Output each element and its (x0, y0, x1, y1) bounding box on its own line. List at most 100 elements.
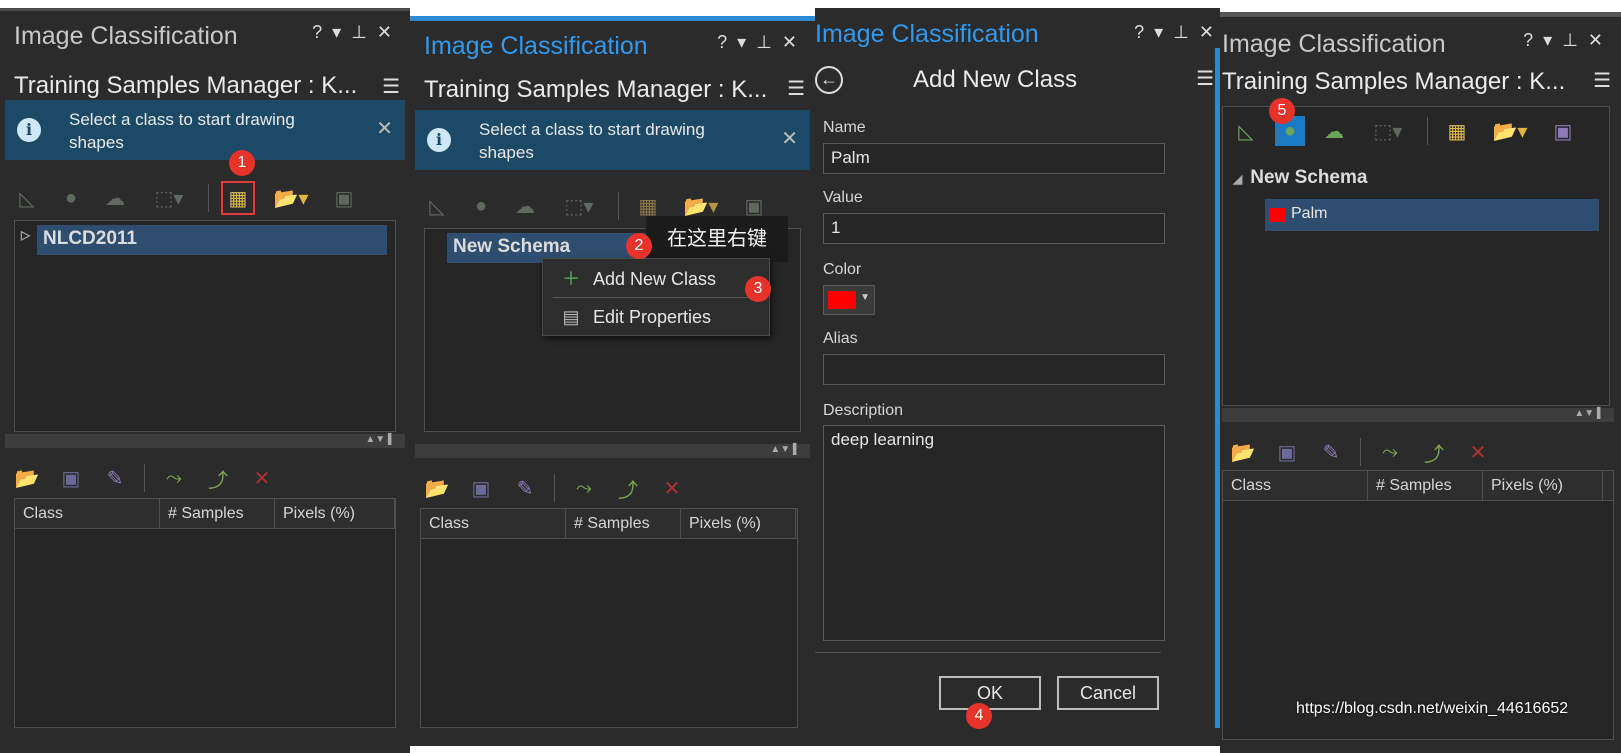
menu-icon[interactable]: ☰ (787, 76, 805, 101)
tree-item-label: NLCD2011 (43, 228, 137, 249)
merge-icon[interactable]: ⤳ (569, 473, 599, 503)
menu-icon[interactable]: ☰ (1593, 68, 1611, 93)
column-header-pixels[interactable]: Pixels (%) (681, 509, 796, 538)
page-title: Add New Class (913, 66, 1078, 93)
pin-icon[interactable]: ⊥ (1562, 30, 1588, 50)
rectangle-tool-icon[interactable]: ◺ (12, 183, 42, 213)
circle-tool-icon[interactable]: ● (56, 183, 86, 213)
pane-window-controls[interactable]: ?▾⊥✕ (312, 22, 402, 43)
pane-window-controls[interactable]: ?▾⊥✕ (1134, 22, 1220, 43)
step-badge-4: 4 (966, 703, 992, 729)
open-folder-icon[interactable]: 📂▾ (1486, 116, 1534, 146)
help-icon[interactable]: ? (1134, 22, 1154, 42)
menu-separator (553, 297, 763, 298)
menu-icon[interactable]: ☰ (1196, 66, 1214, 91)
save-icon[interactable]: ▣ (1548, 116, 1578, 146)
close-icon[interactable]: ✕ (377, 22, 402, 42)
save-icon[interactable]: ▣ (1272, 437, 1302, 467)
value-field[interactable]: 1 (823, 213, 1165, 244)
help-icon[interactable]: ? (1523, 30, 1543, 50)
pin-icon[interactable]: ⊥ (756, 32, 782, 52)
select-tool-icon[interactable]: ⬚▾ (144, 183, 194, 213)
dropdown-icon[interactable]: ▾ (332, 22, 351, 42)
close-icon[interactable]: ✕ (1199, 22, 1220, 42)
right-click-hint: 在这里右键 (646, 216, 788, 262)
column-header-samples[interactable]: # Samples (1368, 471, 1483, 500)
column-header-class[interactable]: Class (421, 509, 566, 538)
save-icon[interactable]: ▣ (329, 183, 359, 213)
delete-icon[interactable]: ✕ (1463, 437, 1493, 467)
rectangle-tool-icon[interactable]: ◺ (1231, 116, 1261, 146)
name-field[interactable]: Palm (823, 143, 1165, 174)
column-header-samples[interactable]: # Samples (566, 509, 681, 538)
dropdown-icon[interactable]: ▾ (1154, 22, 1173, 42)
save-icon[interactable]: ▣ (56, 463, 86, 493)
expand-icon[interactable]: ▷ (21, 228, 30, 242)
split-icon[interactable]: ⤴ (1419, 437, 1449, 467)
split-icon[interactable]: ⤴ (203, 463, 233, 493)
ok-button[interactable]: OK (939, 676, 1041, 710)
splitter[interactable]: ▲▼ ▌ (1222, 408, 1614, 422)
class-item-palm[interactable]: Palm (1265, 199, 1599, 231)
class-color-swatch (1269, 208, 1285, 222)
samples-toolbar: 📂 ▣ ✎ ⤳ ⤴ ✕ (422, 470, 687, 506)
pin-icon[interactable]: ⊥ (351, 22, 377, 42)
tree-item-nlcd2011[interactable]: ▷ NLCD2011 (21, 225, 387, 255)
save-as-icon[interactable]: ✎ (510, 473, 540, 503)
save-as-icon[interactable]: ✎ (100, 463, 130, 493)
rectangle-tool-icon[interactable]: ◺ (422, 191, 452, 221)
tree-item-new-schema[interactable]: ◢ New Schema (1233, 167, 1367, 189)
menu-icon[interactable]: ☰ (382, 74, 400, 99)
pane-window-controls[interactable]: ?▾⊥✕ (1523, 30, 1613, 51)
save-icon[interactable]: ▣ (466, 473, 496, 503)
column-header-samples[interactable]: # Samples (160, 499, 275, 528)
color-picker[interactable]: ▼ (823, 285, 875, 315)
merge-icon[interactable]: ⤳ (1375, 437, 1405, 467)
create-schema-icon[interactable]: ▦ (1442, 116, 1472, 146)
dropdown-icon[interactable]: ▾ (737, 32, 756, 52)
toolbar-separator (1427, 117, 1428, 145)
close-icon[interactable]: ✕ (376, 116, 393, 141)
toolbar-separator (208, 184, 209, 212)
dropdown-icon[interactable]: ▾ (1543, 30, 1562, 50)
watermark: https://blog.csdn.net/weixin_44616652 (1296, 700, 1569, 717)
open-folder-icon[interactable]: 📂▾ (267, 183, 315, 213)
splitter[interactable]: ▲▼ ▌ (5, 434, 405, 448)
delete-icon[interactable]: ✕ (657, 473, 687, 503)
open-folder-icon[interactable]: 📂 (12, 463, 42, 493)
delete-icon[interactable]: ✕ (247, 463, 277, 493)
polygon-tool-icon[interactable]: ☁ (510, 191, 540, 221)
pin-icon[interactable]: ⊥ (1173, 22, 1199, 42)
select-tool-icon[interactable]: ⬚▾ (1363, 116, 1413, 146)
pane-title: Image Classification (815, 20, 1039, 48)
column-header-pixels[interactable]: Pixels (%) (275, 499, 395, 528)
help-icon[interactable]: ? (717, 32, 737, 52)
create-schema-icon[interactable]: ▦ (221, 181, 255, 215)
pane-window-controls[interactable]: ?▾⊥✕ (717, 32, 807, 53)
polygon-tool-icon[interactable]: ☁ (1319, 116, 1349, 146)
column-header-class[interactable]: Class (15, 499, 160, 528)
polygon-tool-icon[interactable]: ☁ (100, 183, 130, 213)
splitter[interactable]: ▲▼ ▌ (415, 444, 810, 458)
description-field[interactable]: deep learning (823, 425, 1165, 641)
help-icon[interactable]: ? (312, 22, 332, 42)
back-arrow-icon[interactable]: ← (815, 66, 843, 94)
alias-field[interactable] (823, 354, 1165, 385)
save-as-icon[interactable]: ✎ (1316, 437, 1346, 467)
open-folder-icon[interactable]: 📂 (1228, 437, 1258, 467)
merge-icon[interactable]: ⤳ (159, 463, 189, 493)
close-icon[interactable]: ✕ (781, 126, 798, 151)
menu-item-edit-properties[interactable]: ▤ Edit Properties (553, 301, 763, 333)
split-icon[interactable]: ⤴ (613, 473, 643, 503)
info-banner: i Select a class to start drawing shapes… (415, 110, 810, 170)
column-header-class[interactable]: Class (1223, 471, 1368, 500)
select-tool-icon[interactable]: ⬚▾ (554, 191, 604, 221)
open-folder-icon[interactable]: 📂 (422, 473, 452, 503)
close-icon[interactable]: ✕ (1588, 30, 1613, 50)
circle-tool-icon[interactable]: ● (466, 191, 496, 221)
column-header-pixels[interactable]: Pixels (%) (1483, 471, 1603, 500)
collapse-icon[interactable]: ◢ (1233, 172, 1242, 186)
menu-item-add-new-class[interactable]: ＋ Add New Class (553, 263, 763, 295)
close-icon[interactable]: ✕ (782, 32, 807, 52)
cancel-button[interactable]: Cancel (1057, 676, 1159, 710)
